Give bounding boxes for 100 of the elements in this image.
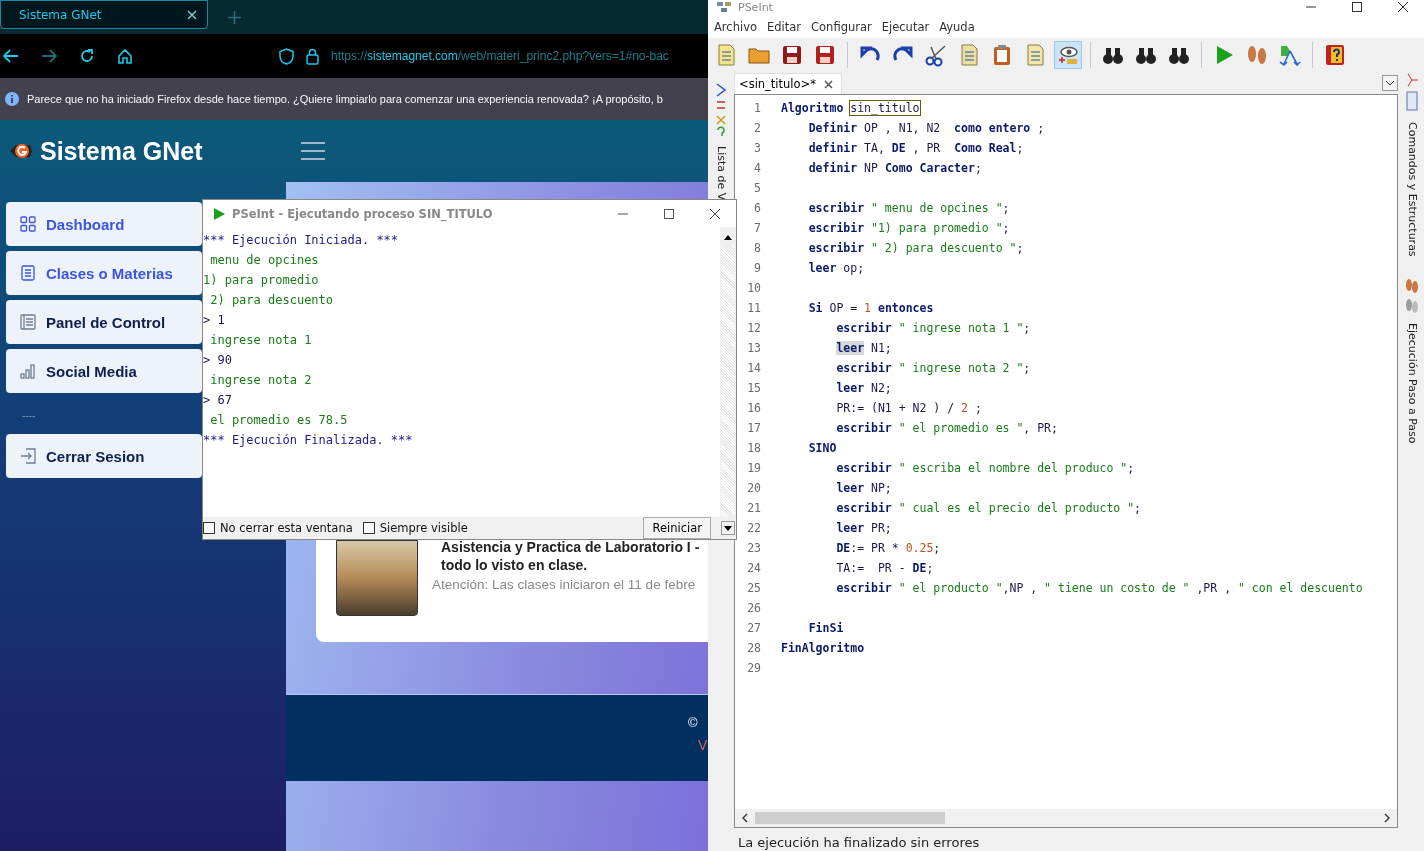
code-line: escribir " el promedio es ", PR;: [835, 421, 1058, 435]
checkbox[interactable]: [362, 522, 375, 534]
checkbox[interactable]: [203, 522, 215, 534]
eye-icon[interactable]: [1054, 41, 1082, 69]
window-title: PSeInt - Ejecutando proceso SIN_TITULO: [232, 205, 493, 223]
up-arrow-icon[interactable]: [723, 233, 733, 241]
dropdown-icon[interactable]: [1382, 75, 1398, 91]
line-number: 26: [746, 601, 761, 615]
line-number: 9: [753, 261, 761, 275]
line-number: 2: [753, 121, 761, 135]
line-number: 13: [746, 341, 761, 355]
line-number: 28: [746, 641, 761, 655]
line-number: 7: [753, 221, 761, 235]
restart-button[interactable]: Reiniciar: [643, 517, 711, 539]
separator-text: ----: [21, 409, 36, 423]
menu-item[interactable]: Ayuda: [937, 20, 977, 34]
line-number: 15: [746, 381, 761, 395]
line-number: 27: [746, 621, 761, 635]
logo-icon: [8, 141, 34, 161]
console-line: ingrese nota 2: [209, 372, 313, 389]
code-line: DE:= PR * 0.25;: [835, 541, 941, 555]
line-number: 18: [746, 441, 761, 455]
lock-icon: [306, 47, 319, 65]
line-number: 19: [746, 461, 761, 475]
plus-icon[interactable]: [228, 10, 241, 24]
code-line: definir NP Como Caracter;: [807, 161, 982, 175]
console-line: 1) para promedio: [203, 272, 320, 289]
line-number: 3: [753, 141, 761, 155]
code-line: leer N1;: [835, 341, 892, 355]
maximize-icon[interactable]: [664, 208, 674, 219]
code-line: FinSi: [807, 621, 844, 635]
code-line: escribir "1) para promedio ";: [807, 221, 1010, 235]
sidebar-item[interactable]: Dashboard: [6, 202, 202, 246]
line-number: 6: [753, 201, 761, 215]
code-line: leer PR;: [835, 521, 892, 535]
checkbox-option[interactable]: Siempre visible: [362, 521, 468, 535]
code-line: escribir " ingrese nota 1 ";: [835, 321, 1031, 335]
close-icon[interactable]: [1398, 2, 1408, 12]
line-number: 8: [753, 241, 761, 255]
code-line: escribir " menu de opcines ";: [807, 201, 1010, 215]
site-brand[interactable]: Sistema GNet: [40, 136, 203, 166]
menu-item[interactable]: Editar: [765, 20, 804, 34]
shield-icon[interactable]: [279, 47, 294, 65]
line-number: 11: [746, 301, 761, 315]
close-icon[interactable]: [710, 208, 720, 219]
copyright-text: ©: [688, 715, 698, 730]
file-tab[interactable]: <sin_titulo>*: [734, 73, 842, 94]
code-line: SINO: [807, 441, 837, 455]
step-by-step-panel-tab[interactable]: Ejecución Paso a Paso: [1405, 322, 1419, 444]
status-message: La ejecución ha finalizado sin errores: [737, 834, 981, 851]
app-icon: [716, 1, 732, 13]
footer-link[interactable]: V: [698, 737, 708, 753]
notification-text: Parece que no ha iniciado Firefox desde hace tiempo. ¿Quiere limpiarlo para comenzar una experiencia renovada? ¡A propósito, b: [27, 93, 663, 105]
code-line: Algoritmo sin_titulo: [781, 101, 920, 115]
card-note: Atención: Las clases iniciaron el 11 de febre: [432, 577, 697, 592]
sign-in-arrow-icon: [20, 448, 36, 464]
line-number: 14: [746, 361, 761, 375]
code-line: escribir " el producto ",NP , " tiene un costo de " ,PR , " con el descuento: [835, 581, 1363, 595]
maximize-icon[interactable]: [1352, 2, 1362, 12]
document-icon: [20, 265, 36, 281]
browser-tab[interactable]: Sistema GNet: [0, 0, 208, 29]
menu-item[interactable]: Ejecutar: [879, 20, 932, 34]
console-line: *** Ejecución Finalizada. ***: [203, 432, 414, 449]
scrollbar-thumb[interactable]: [755, 812, 945, 824]
menu-icon[interactable]: [300, 141, 325, 161]
commands-panel-tab[interactable]: Comandos y Estructuras: [1405, 122, 1419, 257]
window-title: PSeInt: [738, 0, 773, 14]
list-icon: [20, 314, 36, 330]
back-arrow-icon[interactable]: [3, 49, 19, 63]
logout-button[interactable]: Cerrar Sesion: [6, 434, 202, 478]
code-line: PR:= (N1 + N2 ) / 2 ;: [835, 401, 982, 415]
console-line: 2) para descuento: [209, 292, 335, 309]
scrollbar-thumb[interactable]: [721, 245, 735, 517]
line-number: 12: [746, 321, 761, 335]
grid-icon: [20, 216, 36, 232]
play-icon: [212, 206, 226, 221]
line-number: 17: [746, 421, 761, 435]
sidebar-item[interactable]: Clases o Materias: [6, 251, 202, 295]
menu-item[interactable]: Archivo: [712, 20, 759, 34]
forward-arrow-icon[interactable]: [41, 49, 57, 63]
code-line: FinAlgoritmo: [781, 641, 865, 655]
code-line: escribir " cual es el precio del producto ";: [835, 501, 1142, 515]
sidebar-item[interactable]: Social Media: [6, 349, 202, 393]
line-number: 25: [746, 581, 761, 595]
checkbox-option[interactable]: No cerrar esta ventana: [203, 521, 353, 535]
console-line: menu de opcines: [209, 252, 320, 269]
card-title: Asistencia y Practica de Laboratorio I - todo lo visto en clase.: [440, 542, 700, 569]
menu-item[interactable]: Configurar: [809, 20, 874, 34]
home-icon[interactable]: [117, 48, 133, 64]
console-line: > 67: [203, 392, 233, 409]
code-line: TA:= PR - DE;: [835, 561, 934, 575]
reload-icon[interactable]: [79, 48, 95, 64]
console-line: *** Ejecución Iniciada. ***: [203, 232, 400, 249]
address-bar[interactable]: https://sistemagnet.com/web/materi_princ2.php?vers=1#no-bac: [279, 47, 702, 65]
horizontal-scrollbar[interactable]: [735, 809, 1397, 827]
vertical-scrollbar[interactable]: [720, 227, 736, 517]
close-icon[interactable]: [824, 79, 833, 89]
code-line: Si OP = 1 entonces: [807, 301, 934, 315]
sidebar-item[interactable]: Panel de Control: [6, 300, 202, 344]
info-icon: [5, 92, 19, 106]
